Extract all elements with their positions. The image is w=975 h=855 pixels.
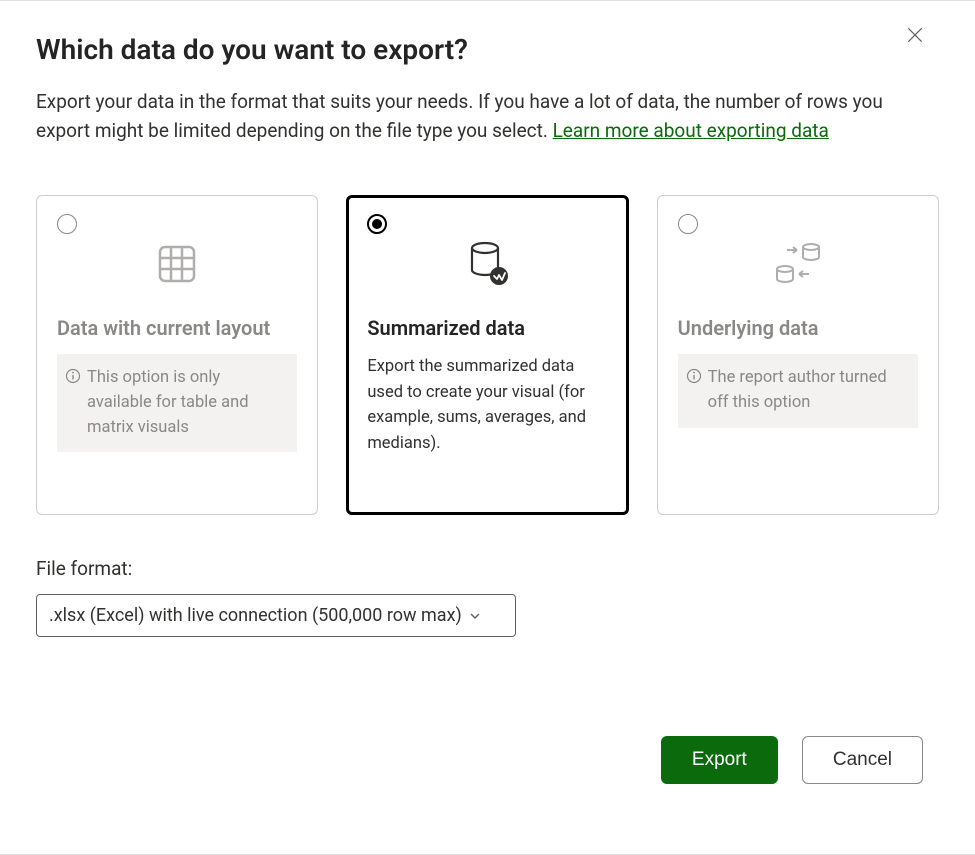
learn-more-link[interactable]: Learn more about exporting data (553, 119, 829, 142)
disabled-message-text: The report author turned off this option (708, 366, 908, 416)
close-button[interactable] (905, 25, 929, 49)
file-format-value: .xlsx (Excel) with live connection (500,… (49, 605, 462, 626)
export-data-dialog: Which data do you want to export? Export… (0, 1, 975, 669)
info-icon (686, 368, 704, 416)
cancel-button[interactable]: Cancel (802, 736, 923, 784)
export-button[interactable]: Export (661, 736, 778, 784)
export-options: Data with current layout This option is … (36, 195, 939, 515)
dialog-description: Export your data in the format that suit… (36, 88, 939, 145)
dialog-actions: Export Cancel (661, 736, 923, 784)
option-current-layout: Data with current layout This option is … (36, 195, 318, 515)
close-icon (905, 25, 925, 45)
option-underlying-data: Underlying data The report author turned… (657, 195, 939, 515)
option-title: Underlying data (678, 316, 918, 340)
database-sync-icon (678, 232, 918, 296)
file-format-select[interactable]: .xlsx (Excel) with live connection (500,… (36, 594, 516, 637)
radio-summarized[interactable] (367, 214, 387, 234)
dialog-title: Which data do you want to export? (36, 33, 939, 66)
disabled-message-box: This option is only available for table … (57, 354, 297, 452)
radio-underlying (678, 214, 698, 234)
disabled-message-box: The report author turned off this option (678, 354, 918, 428)
chevron-down-icon (468, 609, 482, 623)
option-summarized-data[interactable]: Summarized data Export the summarized da… (346, 195, 628, 515)
database-summary-icon (367, 232, 607, 296)
option-title: Data with current layout (57, 316, 297, 340)
info-icon (65, 368, 83, 440)
option-title: Summarized data (367, 316, 607, 340)
disabled-message-text: This option is only available for table … (87, 366, 287, 440)
option-description: Export the summarized data used to creat… (367, 354, 607, 456)
file-format-label: File format: (36, 557, 939, 580)
radio-current-layout (57, 214, 77, 234)
table-grid-icon (57, 232, 297, 296)
